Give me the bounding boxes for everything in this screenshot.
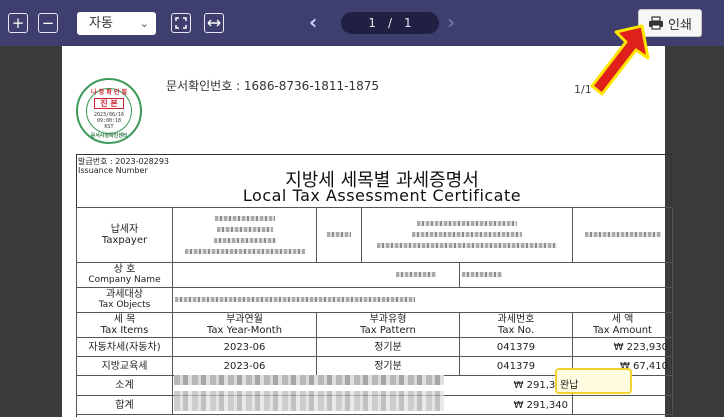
header-tax-items: 세 목 Tax Items: [76, 312, 173, 338]
paid-status: 완납: [560, 380, 579, 391]
page-separator: /: [387, 16, 393, 30]
company-row: 상 호 Company Name: [76, 262, 673, 288]
total-amount: ₩ 291,340: [513, 399, 568, 411]
cell-pattern: 정기분: [316, 337, 460, 357]
stamp-tz: KST: [104, 124, 114, 130]
title-english: Local Tax Assessment Certificate: [242, 186, 522, 205]
stamp-center-text: 진 본: [94, 98, 124, 109]
total-label: 합계: [76, 395, 173, 415]
cell-amount: ₩ 223,930: [572, 337, 673, 357]
zoom-in-icon[interactable]: +: [8, 13, 28, 33]
redacted-cell: [361, 207, 573, 263]
redacted-cell: [572, 207, 673, 263]
page-current[interactable]: 1: [368, 16, 376, 30]
company-label: 상 호 Company Name: [76, 262, 173, 288]
taxpayer-label: 납세자 Taxpayer: [76, 207, 173, 263]
document-number: 문서확인번호 : 1686-8736-1811-1875: [166, 79, 380, 93]
tax-objects-label: 과세대상 Tax Objects: [76, 287, 173, 313]
cell-item: 자동차세(자동차): [76, 337, 173, 357]
header-tax-amount: 세 액 Tax Amount: [572, 312, 673, 338]
subtotal-label: 소계: [76, 375, 173, 396]
fit-page-icon[interactable]: [171, 13, 191, 33]
redacted-cell: [316, 207, 362, 263]
cell-no: 041379: [459, 337, 573, 357]
redacted-cell: [172, 287, 673, 313]
cell-item: 지방교육세: [76, 356, 173, 376]
redacted-cell: [172, 207, 317, 263]
header-tax-no: 과세번호 Tax No.: [459, 312, 573, 338]
taxpayer-row: 납세자 Taxpayer: [76, 207, 673, 263]
redacted-cell: [459, 262, 673, 288]
prev-page-icon[interactable]: ‹: [309, 9, 317, 35]
table-header-row: 세 목 Tax Items 부과연월 Tax Year-Month 부과유형 Tax …: [76, 312, 673, 338]
zoom-out-icon[interactable]: −: [38, 13, 58, 33]
paid-status-highlight: 완납: [555, 368, 632, 394]
chevron-down-icon: ⌄: [139, 17, 149, 30]
print-label: 인쇄: [668, 17, 692, 33]
document-page: 나 정 확 인 필 진 본 2023/06/16 09:00:18 KST 문서…: [62, 46, 673, 417]
stamp-top-text: 나 정 확 인 필: [91, 89, 127, 96]
cell-month: 2023-06: [172, 356, 317, 376]
redaction-bar: [174, 375, 444, 385]
zoom-select[interactable]: 자동 ⌄: [77, 12, 156, 35]
stamp-bottom-text: 문서사정확인센터: [90, 133, 128, 139]
page-indicator[interactable]: 1 / 1: [341, 12, 439, 34]
redacted-cell: [172, 262, 460, 288]
fit-width-icon[interactable]: [204, 13, 224, 33]
authenticity-stamp: 나 정 확 인 필 진 본 2023/06/16 09:00:18 KST 문서…: [76, 78, 142, 144]
page-total: 1: [404, 16, 412, 30]
total-remarks-cell: [572, 395, 673, 415]
zoom-value: 자동: [89, 16, 113, 31]
header-tax-year-month: 부과연월 Tax Year-Month: [172, 312, 317, 338]
cell-month: 2023-06: [172, 337, 317, 357]
redaction-bar: [174, 391, 444, 411]
tax-objects-row: 과세대상 Tax Objects: [76, 287, 673, 313]
cell-pattern: 정기분: [316, 356, 460, 376]
next-page-icon[interactable]: ›: [447, 9, 455, 35]
header-tax-pattern: 부과유형 Tax Pattern: [316, 312, 460, 338]
table-row: 자동차세(자동차) 2023-06 정기분 041379 ₩ 223,930: [76, 337, 673, 357]
red-arrow-icon: [590, 24, 650, 96]
